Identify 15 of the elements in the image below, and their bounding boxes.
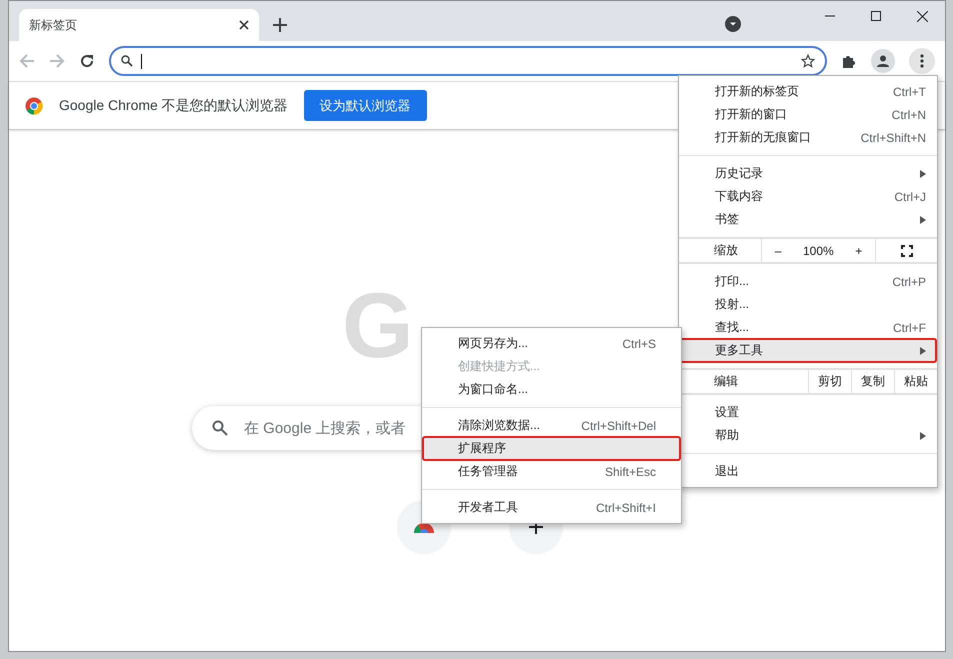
shortcut-text: Ctrl+Shift+I xyxy=(596,500,656,514)
shortcut-text: Ctrl+Shift+N xyxy=(860,130,926,144)
shortcut-text: Ctrl+Shift+Del xyxy=(581,418,656,432)
shortcut-text: Ctrl+S xyxy=(622,336,656,350)
shortcut-text: Ctrl+N xyxy=(892,108,926,122)
tab-title: 新标签页 xyxy=(29,16,78,34)
shortcut-text: Ctrl+P xyxy=(892,274,926,288)
shortcut-text: Ctrl+F xyxy=(893,320,926,334)
zoom-label: 缩放 xyxy=(713,242,739,259)
shortcut-text: Ctrl+J xyxy=(894,190,926,204)
shortcut-text: Ctrl+T xyxy=(893,84,926,98)
zoom-value: 100% xyxy=(802,244,834,258)
default-browser-message: Google Chrome 不是您的默认浏览器 xyxy=(59,96,288,114)
shortcut-text: Shift+Esc xyxy=(604,464,656,478)
edit-label: 编辑 xyxy=(713,373,739,390)
